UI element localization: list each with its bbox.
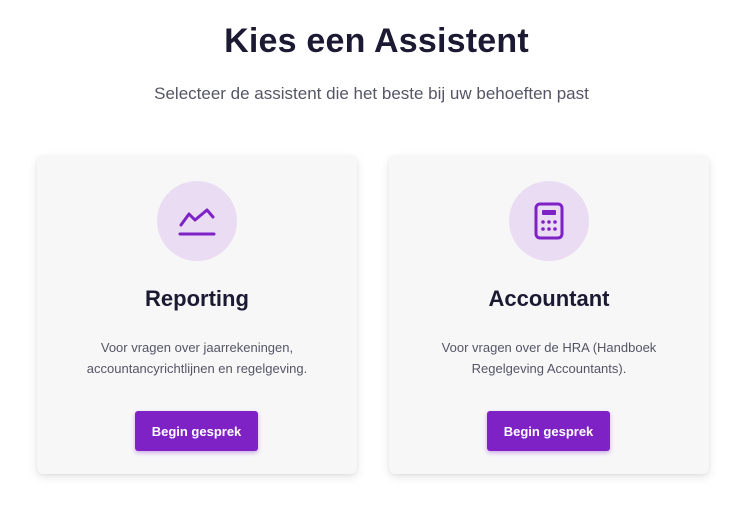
begin-gesprek-accountant-button[interactable]: Begin gesprek (487, 411, 610, 451)
icon-badge (157, 181, 237, 261)
page-title: Kies een Assistent (224, 22, 529, 60)
assistant-card-reporting: Reporting Voor vragen over jaarrekeninge… (37, 156, 357, 474)
card-description: Voor vragen over jaarrekeningen, account… (86, 340, 308, 376)
card-title: Reporting (145, 286, 249, 311)
icon-badge (509, 181, 589, 261)
calculator-icon (534, 202, 564, 240)
card-title: Accountant (488, 286, 610, 311)
assistant-card-accountant: Accountant Voor vragen over de HRA (Hand… (389, 156, 709, 474)
line-chart-icon (178, 208, 216, 236)
page-subtitle: Selecteer de assistent die het beste bij… (154, 84, 589, 103)
card-description: Voor vragen over de HRA (Handboek Regelg… (441, 340, 657, 376)
assistant-selection-page: Kies een Assistent Selecteer de assisten… (0, 0, 753, 516)
begin-gesprek-reporting-button[interactable]: Begin gesprek (135, 411, 258, 451)
